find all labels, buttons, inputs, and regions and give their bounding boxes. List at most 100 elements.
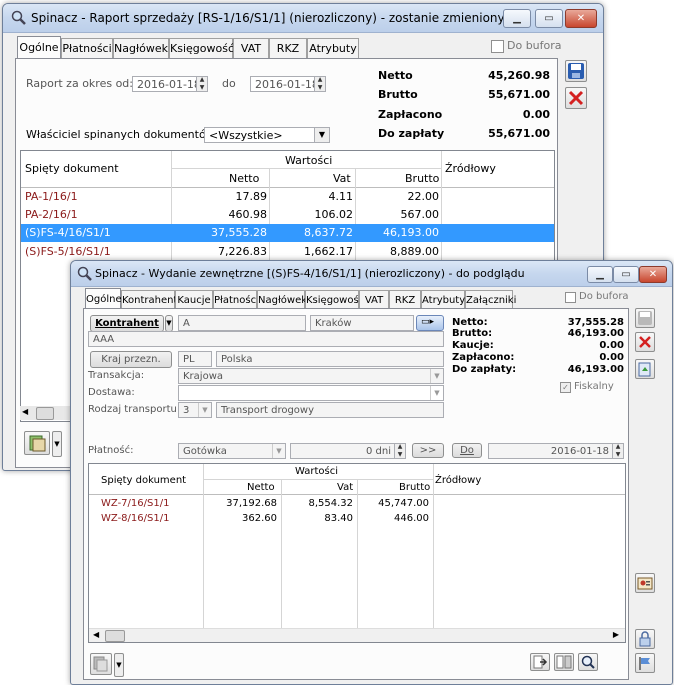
document-action-button[interactable] xyxy=(635,359,655,379)
rodzaj-name-field[interactable]: Transport drogowy xyxy=(216,402,444,418)
tab-kontrahent[interactable]: Kontrahent xyxy=(121,290,177,310)
tab-atrybuty[interactable]: Atrybuty xyxy=(307,38,359,58)
lock-button[interactable] xyxy=(635,629,655,649)
save-button[interactable] xyxy=(565,60,587,82)
table-row[interactable]: PA-1/16/1 17.89 4.11 22.00 xyxy=(21,188,554,205)
kraj-name-field[interactable]: Polska xyxy=(216,351,444,367)
termin-field[interactable]: 2016-01-18 ▲ ▼ xyxy=(488,443,624,459)
scroll-left-icon[interactable]: ◀ xyxy=(93,630,99,639)
tab-kaucje[interactable]: Kaucje xyxy=(175,290,213,310)
tab-ksiegowosc[interactable]: Księgowość xyxy=(169,38,234,58)
dni-field[interactable]: 0 dni ▲ ▼ xyxy=(290,443,406,459)
fiskalny-checkbox[interactable]: ✓ xyxy=(560,382,571,393)
table-row[interactable]: WZ-7/16/S1/1 37,192.68 8,554.32 45,747.0… xyxy=(89,497,625,512)
contact-card-button[interactable]: ▭▸ xyxy=(416,315,444,331)
attach-dropdown-arrow[interactable]: ▼ xyxy=(114,653,124,677)
scroll-thumb[interactable] xyxy=(105,630,125,642)
close-button[interactable]: ✕ xyxy=(565,9,597,28)
flag-button[interactable] xyxy=(635,653,655,673)
col-vat[interactable]: Vat xyxy=(337,482,353,493)
tab-zalaczniki[interactable]: Załączniki xyxy=(465,290,516,310)
kontrahent-button[interactable]: Kontrahent xyxy=(90,315,164,332)
do-bufora-checkbox[interactable] xyxy=(491,40,504,53)
col-vat[interactable]: Vat xyxy=(333,172,351,185)
tab-vat[interactable]: VAT xyxy=(359,290,389,310)
tab-atrybuty[interactable]: Atrybuty xyxy=(421,290,465,310)
dni-spinner[interactable]: ▲ ▼ xyxy=(394,444,405,458)
attach-dropdown-arrow[interactable]: ▼ xyxy=(52,431,62,457)
cancel-button[interactable] xyxy=(635,332,655,352)
scroll-right-icon[interactable]: ▶ xyxy=(613,630,619,639)
date-to-field[interactable]: 2016-01-18 ▲ ▼ xyxy=(250,76,326,92)
tab-naglowek[interactable]: Nagłówek xyxy=(257,290,307,310)
kraj-przezn-button[interactable]: Kraj przezn. xyxy=(90,351,172,368)
tab-naglowek[interactable]: Nagłówek xyxy=(113,38,169,58)
wz-titlebar[interactable]: Spinacz - Wydanie zewnętrzne [(S)FS-4/16… xyxy=(71,261,672,287)
platnosc-select[interactable]: Gotówka ▼ xyxy=(178,443,286,459)
table-row-selected[interactable]: (S)FS-4/16/S1/1 37,555.28 8,637.72 46,19… xyxy=(21,224,554,242)
columns-button[interactable] xyxy=(554,653,574,671)
row-doc: PA-2/16/1 xyxy=(25,208,78,221)
rodzaj-code-select[interactable]: 3 ▼ xyxy=(178,402,212,418)
scroll-left-icon[interactable]: ◀ xyxy=(22,407,28,416)
close-button[interactable]: ✕ xyxy=(639,266,667,283)
maximize-button[interactable]: ▭ xyxy=(613,266,639,283)
dostawa-select[interactable]: ▼ xyxy=(178,385,444,401)
raport-titlebar[interactable]: Spinacz - Raport sprzedaży [RS-1/16/S1/1… xyxy=(3,4,603,33)
owner-select[interactable]: <Wszystkie> ▼ xyxy=(204,127,330,143)
col-spiety-dokument[interactable]: Spięty dokument xyxy=(25,162,119,175)
kraj-code-field[interactable]: PL xyxy=(178,351,212,367)
date-from-field[interactable]: 2016-01-18 ▲ ▼ xyxy=(132,76,208,92)
maximize-button[interactable]: ▭ xyxy=(535,9,563,28)
tab-rkz[interactable]: RKZ xyxy=(389,290,421,310)
table-row[interactable]: (S)FS-5/16/S1/1 7,226.83 1,662.17 8,889.… xyxy=(21,243,554,260)
kontrahent-city-field[interactable]: Kraków xyxy=(310,315,414,331)
row-netto: 460.98 xyxy=(228,208,268,221)
col-brutto[interactable]: Brutto xyxy=(399,482,430,493)
user-card-button[interactable] xyxy=(635,573,655,593)
table-row[interactable]: PA-2/16/1 460.98 106.02 567.00 xyxy=(21,206,554,223)
col-netto[interactable]: Netto xyxy=(229,172,259,185)
col-zrodlowy[interactable]: Źródłowy xyxy=(445,162,496,175)
termin-spinner[interactable]: ▲ ▼ xyxy=(612,444,623,458)
flag-icon xyxy=(639,657,650,670)
col-brutto[interactable]: Brutto xyxy=(405,172,439,185)
save-button[interactable] xyxy=(635,308,655,328)
wz-grid: Spięty dokument Wartości Netto Vat Brutt… xyxy=(88,463,626,643)
kontrahent-name-field[interactable]: AAA xyxy=(88,331,444,347)
kontrahent-dropdown-button[interactable]: ▼ xyxy=(165,315,173,332)
row-netto: 362.60 xyxy=(242,513,277,524)
total-do-zaplaty-value: 46,193.00 xyxy=(567,364,624,375)
tab-rkz[interactable]: RKZ xyxy=(269,38,307,58)
export-button[interactable] xyxy=(530,653,550,671)
forward-button[interactable]: >> xyxy=(412,443,444,458)
col-zrodlowy[interactable]: Źródłowy xyxy=(435,475,481,486)
do-bufora-checkbox[interactable] xyxy=(565,292,576,303)
attach-document-button[interactable] xyxy=(90,653,112,675)
cancel-x-icon xyxy=(639,336,651,348)
table-row[interactable]: WZ-8/16/S1/1 362.60 83.40 446.00 xyxy=(89,512,625,527)
magnifier-icon xyxy=(581,655,595,669)
tab-ogolne[interactable]: Ogólne xyxy=(17,36,61,58)
minimize-button[interactable]: ▁ xyxy=(587,266,613,283)
do-button[interactable]: Do xyxy=(452,443,482,458)
tab-ogolne[interactable]: Ogólne xyxy=(85,288,122,310)
date-to-spinner[interactable]: ▲ ▼ xyxy=(314,77,325,91)
horizontal-scrollbar[interactable]: ◀ ▶ xyxy=(89,628,625,642)
cancel-button[interactable] xyxy=(565,87,587,109)
tab-ksiegowosc[interactable]: Księgowość xyxy=(305,290,364,310)
date-from-spinner[interactable]: ▲ ▼ xyxy=(196,77,207,91)
row-brutto: 446.00 xyxy=(394,513,429,524)
transakcja-select[interactable]: Krajowa ▼ xyxy=(178,368,444,384)
tab-vat[interactable]: VAT xyxy=(233,38,269,58)
scroll-thumb[interactable] xyxy=(36,407,54,420)
tab-platnosci[interactable]: Płatności xyxy=(213,290,259,310)
tab-platnosci[interactable]: Płatności xyxy=(61,38,113,58)
attach-document-button[interactable] xyxy=(24,431,50,455)
row-brutto: 22.00 xyxy=(407,190,440,203)
kontrahent-code-field[interactable]: A xyxy=(178,315,306,331)
preview-button[interactable] xyxy=(578,653,598,671)
col-spiety-dokument[interactable]: Spięty dokument xyxy=(101,475,186,486)
minimize-button[interactable]: ▁ xyxy=(503,9,531,28)
col-netto[interactable]: Netto xyxy=(247,482,275,493)
